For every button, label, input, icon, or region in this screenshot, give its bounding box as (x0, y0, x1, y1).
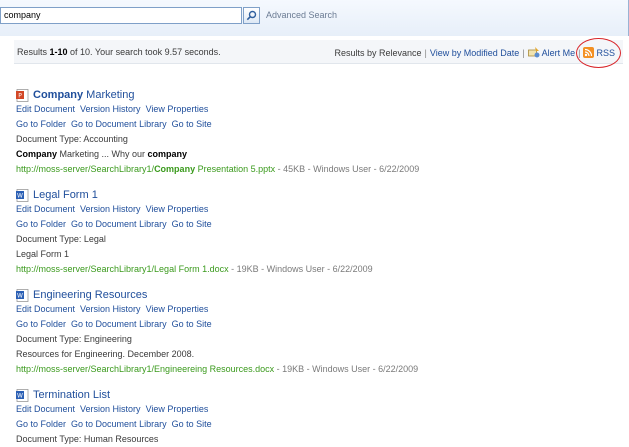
view-properties-link[interactable]: View Properties (146, 104, 209, 114)
sort-modified-link[interactable]: View by Modified Date (430, 48, 519, 58)
view-properties-link[interactable]: View Properties (146, 304, 209, 314)
search-icon (246, 10, 257, 21)
powerpoint-icon: P (16, 88, 29, 102)
svg-text:W: W (17, 392, 23, 399)
go-to-folder-link[interactable]: Go to Folder (16, 319, 66, 329)
alert-icon (527, 47, 540, 58)
result-description: Resources for Engineering. December 2008… (16, 349, 195, 359)
search-button[interactable] (243, 7, 260, 24)
search-input[interactable]: company (0, 7, 242, 24)
go-to-site-link[interactable]: Go to Site (172, 119, 212, 129)
go-to-library-link[interactable]: Go to Document Library (71, 319, 167, 329)
result-title-link[interactable]: Engineering Resources (33, 289, 147, 301)
view-properties-link[interactable]: View Properties (146, 404, 209, 414)
result-title-link[interactable]: Company Marketing (33, 89, 134, 101)
sort-relevance-label: Results by Relevance (334, 48, 422, 58)
search-bar: company Advanced Search (0, 0, 629, 36)
sort-bar: Results by Relevance | View by Modified Da… (334, 47, 615, 58)
go-to-folder-link[interactable]: Go to Folder (16, 119, 66, 129)
edit-document-link[interactable]: Edit Document (16, 404, 75, 414)
result-url[interactable]: http://moss-server/SearchLibrary1/Engine… (16, 362, 596, 377)
result-item: W Engineering Resources Edit Document Ver… (16, 288, 596, 377)
result-actions: Edit Document Version History View Propert… (16, 302, 596, 317)
result-item: P Company Marketing Edit Document Version… (16, 88, 596, 177)
advanced-search-link[interactable]: Advanced Search (266, 10, 337, 20)
word-icon: W (16, 388, 29, 402)
word-icon: W (16, 188, 29, 202)
result-actions: Edit Document Version History View Propert… (16, 402, 596, 417)
go-to-site-link[interactable]: Go to Site (172, 419, 212, 429)
document-type: Document Type: Human Resources (16, 434, 159, 444)
results-bar: Results 1-10 of 10. Your search took 9.5… (14, 40, 623, 64)
svg-text:P: P (18, 92, 22, 99)
svg-text:W: W (17, 292, 23, 299)
go-to-library-link[interactable]: Go to Document Library (71, 119, 167, 129)
go-to-site-link[interactable]: Go to Site (172, 219, 212, 229)
result-nav-actions: Go to Folder Go to Document Library Go to … (16, 317, 596, 332)
version-history-link[interactable]: Version History (80, 404, 141, 414)
word-icon: W (16, 288, 29, 302)
document-type: Document Type: Legal (16, 234, 106, 244)
result-title-link[interactable]: Termination List (33, 389, 110, 401)
edit-document-link[interactable]: Edit Document (16, 204, 75, 214)
result-title-link[interactable]: Legal Form 1 (33, 189, 98, 201)
result-actions: Edit Document Version History View Propert… (16, 102, 596, 117)
document-type: Document Type: Engineering (16, 334, 132, 344)
edit-document-link[interactable]: Edit Document (16, 104, 75, 114)
result-url[interactable]: http://moss-server/SearchLibrary1/Legal … (16, 262, 596, 277)
result-nav-actions: Go to Folder Go to Document Library Go to … (16, 217, 596, 232)
alert-me-link[interactable]: Alert Me (527, 47, 575, 58)
go-to-library-link[interactable]: Go to Document Library (71, 219, 167, 229)
result-item: W Termination List Edit Document Version … (16, 388, 596, 447)
rss-highlight-circle (576, 38, 621, 68)
edit-document-link[interactable]: Edit Document (16, 304, 75, 314)
version-history-link[interactable]: Version History (80, 304, 141, 314)
result-actions: Edit Document Version History View Propert… (16, 202, 596, 217)
document-type: Document Type: Accounting (16, 134, 128, 144)
result-url[interactable]: http://moss-server/SearchLibrary1/Compan… (16, 162, 596, 177)
result-nav-actions: Go to Folder Go to Document Library Go to … (16, 417, 596, 432)
version-history-link[interactable]: Version History (80, 104, 141, 114)
svg-text:W: W (17, 192, 23, 199)
version-history-link[interactable]: Version History (80, 204, 141, 214)
result-description: Legal Form 1 (16, 249, 70, 259)
results-summary: Results 1-10 of 10. Your search took 9.5… (17, 47, 221, 57)
go-to-site-link[interactable]: Go to Site (172, 319, 212, 329)
go-to-folder-link[interactable]: Go to Folder (16, 219, 66, 229)
go-to-library-link[interactable]: Go to Document Library (71, 419, 167, 429)
result-nav-actions: Go to Folder Go to Document Library Go to … (16, 117, 596, 132)
result-description: Company Marketing ... Why our company (16, 149, 188, 159)
result-item: W Legal Form 1 Edit Document Version Hist… (16, 188, 596, 277)
go-to-folder-link[interactable]: Go to Folder (16, 419, 66, 429)
view-properties-link[interactable]: View Properties (146, 204, 209, 214)
